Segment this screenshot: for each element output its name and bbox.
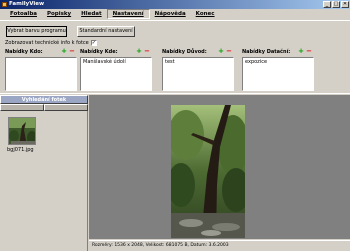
photo-thumbnail[interactable]: [8, 117, 36, 145]
menu-nastaveni[interactable]: Nastavení: [106, 9, 150, 19]
close-button[interactable]: ✕: [341, 1, 349, 8]
search-subbutton-right[interactable]: [44, 104, 88, 111]
menu-hledat[interactable]: Hledat: [76, 10, 107, 18]
add-datacni-button[interactable]: +: [298, 48, 304, 55]
menu-bar: Fotoalba Popisky Hledat Nastavení Nápově…: [0, 9, 350, 19]
forest-photo-image: [171, 105, 245, 238]
search-panel: Vyhledání fotek bgj071.jpg: [0, 95, 88, 251]
list-datacni: Nabídky Datační: + − expozice: [242, 48, 314, 91]
list-datacni-label: Nabídky Datační:: [242, 49, 291, 55]
app-icon: [2, 2, 7, 7]
status-bar: Rozměry: 1536 x 2048, Velikost: 681075 B…: [89, 240, 350, 251]
menu-separator: [0, 20, 350, 21]
list-kde-box[interactable]: Manšlavské údolí: [80, 57, 152, 91]
list-item[interactable]: Manšlavské údolí: [83, 59, 149, 65]
minimize-button[interactable]: _: [323, 1, 331, 8]
search-header[interactable]: Vyhledání fotek: [0, 95, 88, 104]
window-title: FamilyView: [9, 1, 45, 7]
list-kdo-label: Nabídky Kdo:: [5, 49, 43, 55]
menu-napoveda[interactable]: Nápověda: [150, 10, 191, 18]
thumbnail-filename: bgj071.jpg: [7, 147, 34, 153]
select-color-button[interactable]: Vybrat barvu programu: [6, 26, 67, 37]
remove-datacni-button[interactable]: −: [306, 48, 312, 55]
tech-info-label: Zobrazovat technické info k fotce: [5, 40, 89, 46]
thumbnail-image: [9, 118, 35, 144]
list-kde: Nabídky Kde: + − Manšlavské údolí: [80, 48, 152, 91]
maximize-button[interactable]: □: [332, 1, 340, 8]
add-duvod-button[interactable]: +: [218, 48, 224, 55]
add-kdo-button[interactable]: +: [61, 48, 67, 55]
list-kdo: Nabídky Kdo: + −: [5, 48, 77, 91]
list-duvod: Nabídky Důvod: + − test: [162, 48, 234, 91]
search-subbutton-left[interactable]: [0, 104, 44, 111]
list-kde-label: Nabídky Kde:: [80, 49, 118, 55]
list-duvod-box[interactable]: test: [162, 57, 234, 91]
list-kdo-box[interactable]: [5, 57, 77, 91]
remove-kdo-button[interactable]: −: [69, 48, 75, 55]
menu-fotoalba[interactable]: Fotoalba: [5, 10, 42, 18]
remove-duvod-button[interactable]: −: [226, 48, 232, 55]
list-datacni-box[interactable]: expozice: [242, 57, 314, 91]
default-settings-button[interactable]: Standardní nastavení: [77, 26, 135, 37]
panel-separator: [0, 93, 350, 94]
add-kde-button[interactable]: +: [136, 48, 142, 55]
tech-info-option: Zobrazovat technické info k fotce ✓: [5, 40, 97, 46]
title-bar: FamilyView _ □ ✕: [0, 0, 350, 9]
search-subbuttons: [0, 104, 88, 111]
tech-info-checkbox[interactable]: ✓: [90, 40, 97, 46]
list-item[interactable]: expozice: [245, 59, 311, 65]
remove-kde-button[interactable]: −: [144, 48, 150, 55]
main-photo[interactable]: [171, 105, 245, 238]
list-item[interactable]: test: [165, 59, 231, 65]
menu-popisky[interactable]: Popisky: [42, 10, 76, 18]
photo-viewer: [89, 95, 350, 239]
list-duvod-label: Nabídky Důvod:: [162, 49, 207, 55]
menu-konec[interactable]: Konec: [191, 10, 220, 18]
